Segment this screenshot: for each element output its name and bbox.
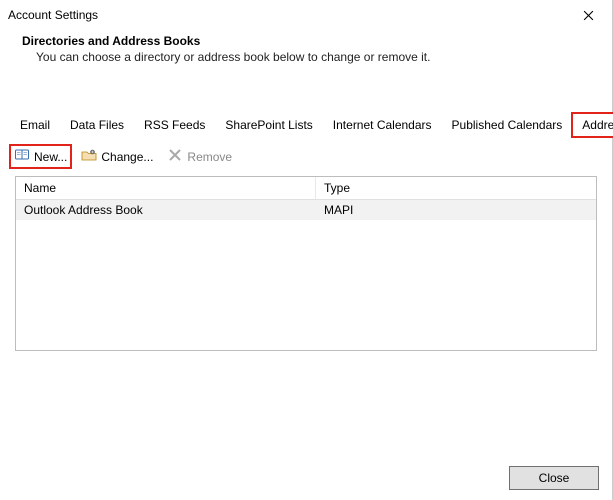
tab-rss-feeds[interactable]: RSS Feeds: [134, 113, 215, 137]
column-header-type[interactable]: Type: [316, 177, 596, 199]
cell-name: Outlook Address Book: [16, 200, 316, 220]
table-row[interactable]: Outlook Address Book MAPI: [16, 200, 596, 220]
remove-button: Remove: [163, 145, 236, 168]
remove-button-label: Remove: [187, 150, 232, 164]
table-header: Name Type: [16, 177, 596, 200]
folder-gear-icon: [81, 147, 97, 166]
tab-published-calendars[interactable]: Published Calendars: [442, 113, 573, 137]
new-button-label: New...: [34, 150, 67, 164]
cell-type: MAPI: [316, 200, 596, 220]
page-title: Directories and Address Books: [22, 34, 590, 48]
tab-data-files[interactable]: Data Files: [60, 113, 134, 137]
close-icon[interactable]: [574, 4, 602, 26]
footer: Close: [509, 466, 599, 490]
tab-email[interactable]: Email: [10, 113, 60, 137]
close-button[interactable]: Close: [509, 466, 599, 490]
toolbar: New... Change... Remove: [0, 137, 612, 176]
table-body: Outlook Address Book MAPI: [16, 200, 596, 220]
address-books-table: Name Type Outlook Address Book MAPI: [15, 176, 597, 351]
book-icon: [14, 147, 30, 166]
window-title: Account Settings: [8, 8, 98, 22]
titlebar: Account Settings: [0, 0, 612, 30]
tabs: Email Data Files RSS Feeds SharePoint Li…: [10, 112, 602, 137]
page-description: You can choose a directory or address bo…: [22, 50, 590, 64]
change-button-label: Change...: [101, 150, 153, 164]
column-header-name[interactable]: Name: [16, 177, 316, 199]
x-icon: [167, 147, 183, 166]
tab-internet-calendars[interactable]: Internet Calendars: [323, 113, 442, 137]
tab-sharepoint-lists[interactable]: SharePoint Lists: [215, 113, 322, 137]
tab-address-books[interactable]: Address Books: [572, 113, 613, 137]
change-button[interactable]: Change...: [77, 145, 157, 168]
new-button[interactable]: New...: [10, 145, 71, 168]
header-block: Directories and Address Books You can ch…: [0, 30, 612, 74]
